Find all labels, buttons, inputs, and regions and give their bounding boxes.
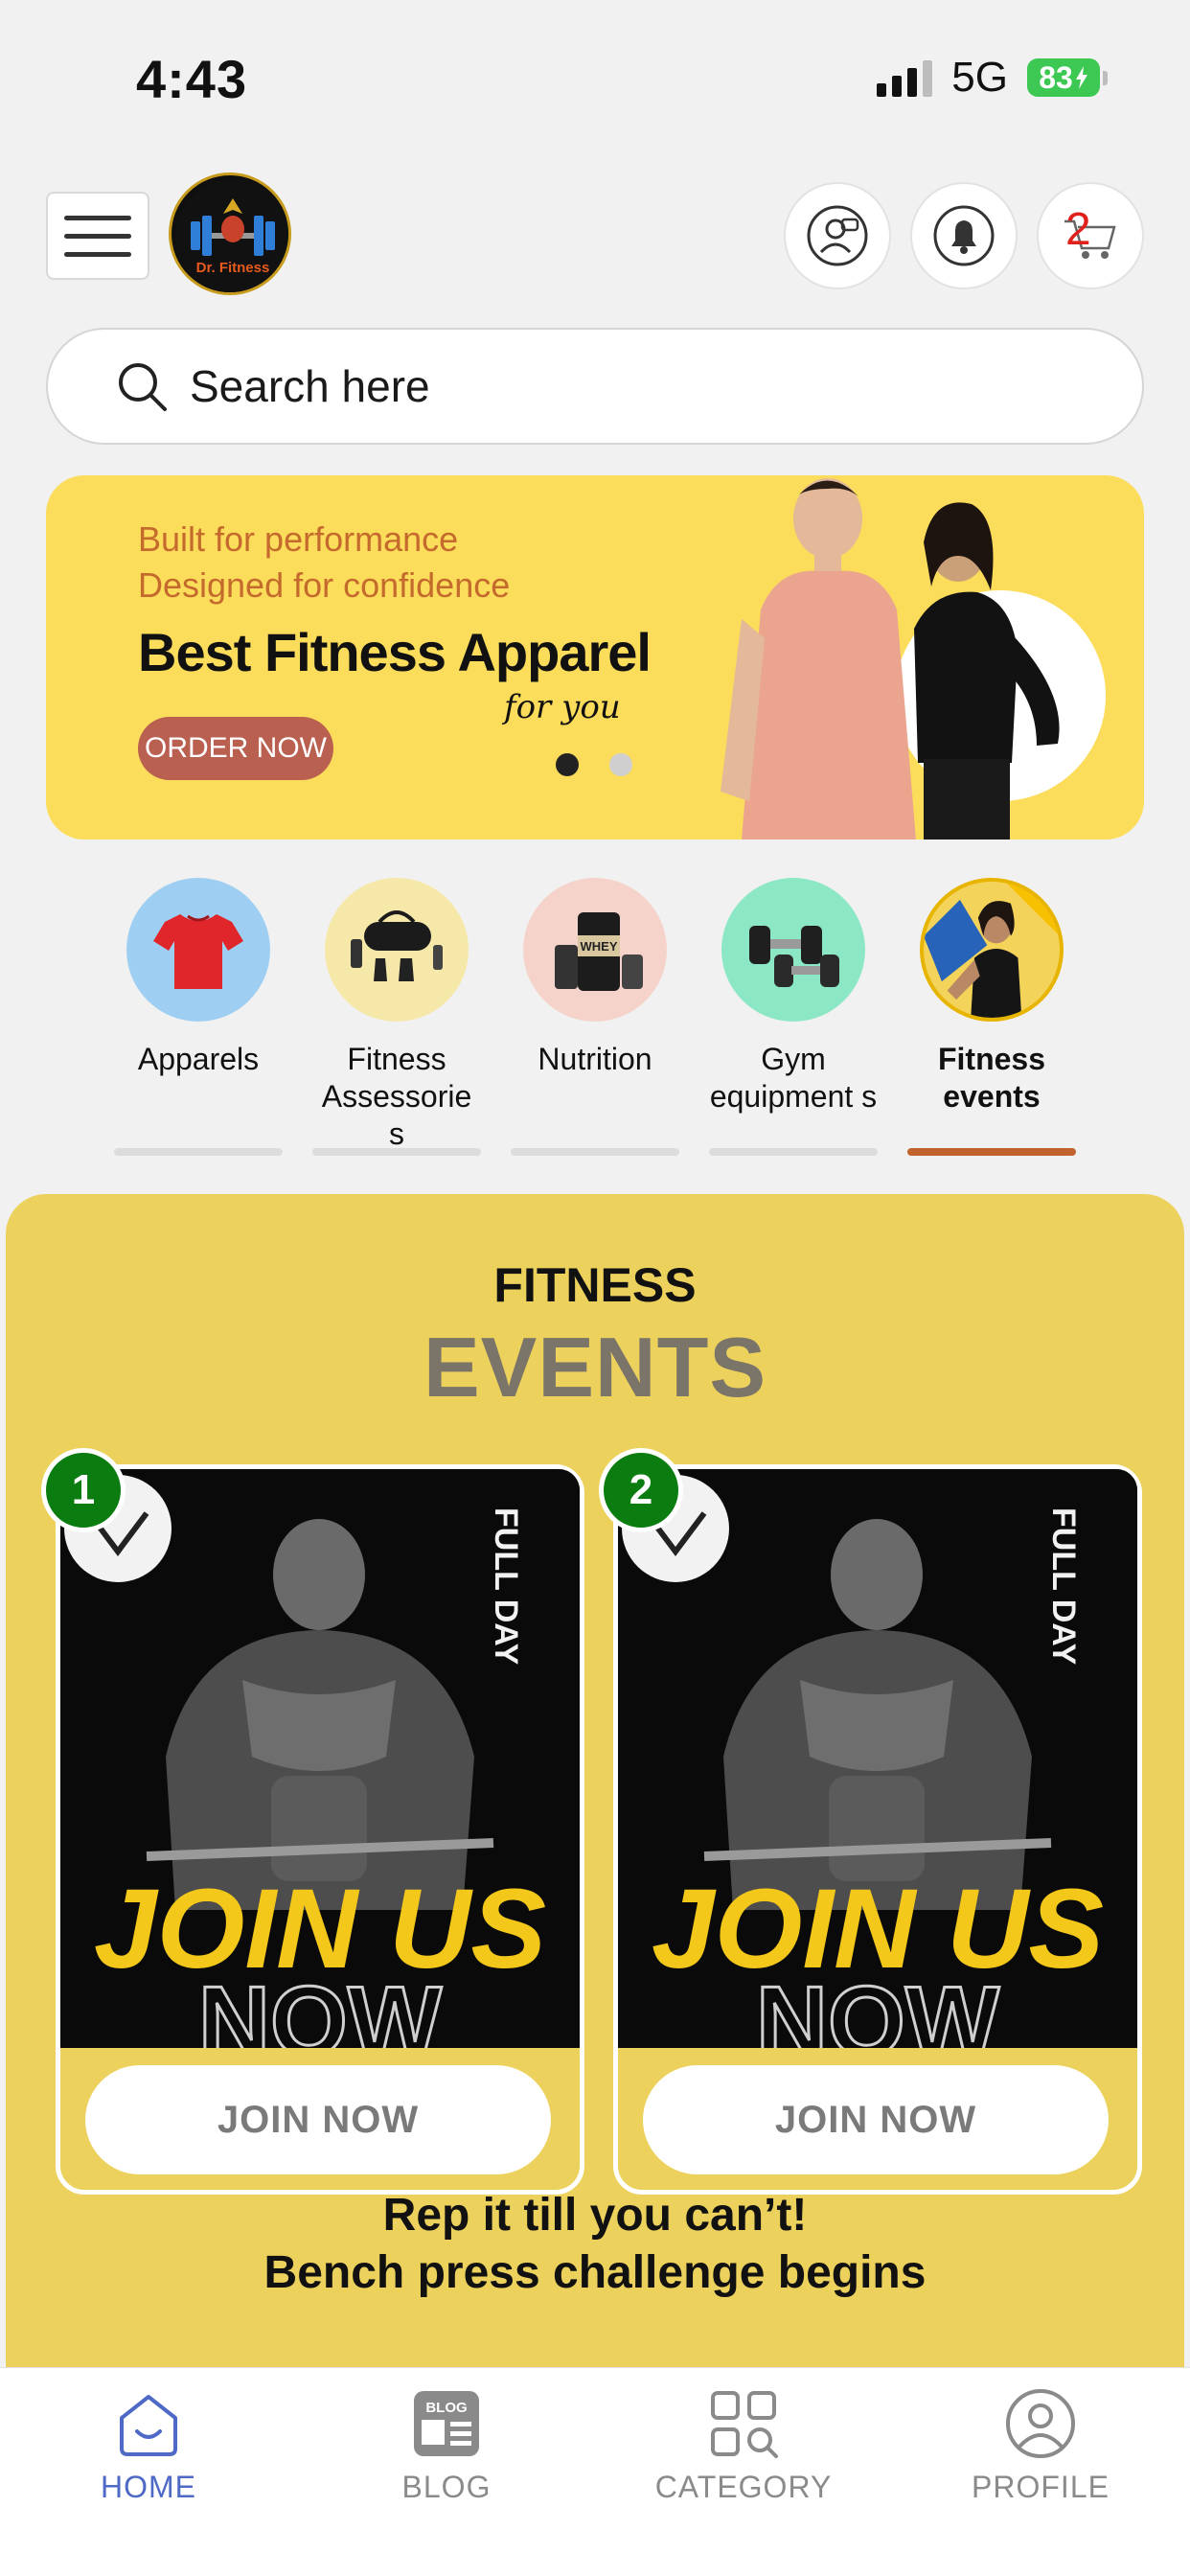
tshirt-icon: [126, 878, 270, 1022]
category-fitness-accessories[interactable]: Fitness Assessorie s: [312, 872, 481, 1153]
event-card-2[interactable]: 2 FULL DAY JOIN US NOW JOIN NOW: [599, 1448, 1142, 2195]
banner-script-text: for you: [504, 688, 621, 726]
cart-count-badge: 2: [1065, 204, 1091, 255]
banner-models-image: [721, 478, 1106, 840]
category-underline: [709, 1148, 878, 1156]
category-underline: [312, 1148, 481, 1156]
bell-icon: [933, 205, 995, 266]
blog-icon: BLOG: [414, 2391, 479, 2456]
carousel-dots: [556, 753, 632, 776]
search-input[interactable]: [190, 360, 956, 412]
category-nutrition[interactable]: WHEY Nutrition: [511, 872, 679, 1078]
charging-bolt-icon: [1075, 66, 1087, 89]
join-now-button[interactable]: JOIN NOW: [85, 2065, 551, 2174]
event-card-1[interactable]: 1 FULL DAY JOIN US NOW JOIN NOW: [41, 1448, 584, 2195]
join-now-button[interactable]: JOIN NOW: [643, 2065, 1109, 2174]
promo-banner[interactable]: Built for performance Designed for confi…: [46, 475, 1144, 840]
nav-label: PROFILE: [972, 2470, 1110, 2504]
category-label: Fitness events: [937, 1042, 1046, 1114]
hamburger-menu-button[interactable]: [46, 192, 149, 280]
events-title: EVENTS: [423, 1320, 767, 1414]
events-caption-line-2: Bench press challenge begins: [263, 2247, 927, 2298]
poster-side-text: FULL DAY: [1045, 1507, 1082, 1666]
category-tabs: Apparels Fitness Assessorie s WHEY Nutri…: [0, 872, 1190, 1169]
status-bar: 4:43 5G 83: [0, 0, 1190, 153]
category-underline: [511, 1148, 679, 1156]
profile-icon: [1006, 2389, 1075, 2458]
network-type: 5G: [951, 54, 1008, 101]
banner-title: Best Fitness Apparel: [138, 622, 652, 682]
cart-button[interactable]: 2: [1037, 182, 1144, 289]
status-indicators: 5G 83: [877, 54, 1108, 102]
category-label: Gym equipment s: [709, 1042, 878, 1114]
bottom-navigation: HOME BLOG BLOG CATEGORY PROFILE: [0, 2367, 1190, 2576]
nav-label: HOME: [101, 2470, 196, 2504]
battery-icon: 83: [1027, 58, 1108, 97]
category-fitness-events[interactable]: Fitness events: [907, 872, 1076, 1116]
category-label: Nutrition: [538, 1042, 652, 1076]
battery-level: 83: [1039, 59, 1073, 95]
category-icon: [711, 2391, 778, 2458]
banner-tagline-1: Built for performance: [138, 519, 459, 559]
notifications-button[interactable]: [910, 182, 1018, 289]
nav-home[interactable]: HOME: [43, 2387, 254, 2505]
event-number-badge: 2: [599, 1448, 683, 1532]
poster-subheadline: NOW: [756, 1966, 1000, 2048]
search-icon: [119, 363, 167, 411]
category-underline-active: [907, 1148, 1076, 1156]
events-caption-line-1: Rep it till you can’t!: [382, 2190, 808, 2241]
svg-text:BLOG: BLOG: [425, 2400, 467, 2416]
event-poster-image[interactable]: FULL DAY JOIN US NOW: [60, 1469, 580, 2048]
dumbbell-icon: [721, 878, 865, 1022]
order-now-button[interactable]: ORDER NOW: [138, 717, 333, 780]
events-kicker: FITNESS: [493, 1258, 697, 1312]
carousel-dot-1[interactable]: [556, 753, 579, 776]
event-poster-image[interactable]: FULL DAY JOIN US NOW: [618, 1469, 1137, 2048]
event-number-badge: 1: [41, 1448, 126, 1532]
app-header: Dr. Fitness 2: [46, 172, 1144, 297]
nav-profile[interactable]: PROFILE: [935, 2387, 1146, 2505]
support-button[interactable]: [784, 182, 891, 289]
nav-label: BLOG: [401, 2470, 492, 2504]
nav-category[interactable]: CATEGORY: [638, 2387, 849, 2505]
dumbbell-logo-icon: Dr. Fitness: [175, 179, 288, 292]
category-label: Fitness Assessorie s: [321, 1042, 472, 1151]
category-gym-equipments[interactable]: Gym equipment s: [709, 872, 878, 1116]
category-underline: [114, 1148, 283, 1156]
poster-subheadline: NOW: [198, 1966, 443, 2048]
events-caption: Rep it till you can’t! Bench press chall…: [6, 2187, 1184, 2302]
poster-side-text: FULL DAY: [488, 1507, 524, 1666]
athlete-icon: [920, 878, 1064, 1022]
home-icon: [120, 2395, 177, 2456]
gym-bag-icon: [325, 878, 469, 1022]
support-chat-icon: [807, 205, 868, 266]
category-label: Apparels: [137, 1042, 260, 1076]
logo-wordmark: Dr. Fitness: [196, 260, 270, 276]
status-time: 4:43: [136, 49, 248, 109]
fitness-events-section: FITNESS EVENTS 1 FULL DAY JOIN US NOW JO…: [6, 1194, 1184, 2373]
svg-text:WHEY: WHEY: [581, 939, 618, 954]
header-actions: 2: [784, 182, 1144, 289]
signal-icon: [877, 58, 933, 97]
brand-logo[interactable]: Dr. Fitness: [169, 172, 291, 295]
carousel-dot-2[interactable]: [609, 753, 632, 776]
whey-protein-icon: WHEY: [523, 878, 667, 1022]
nav-label: CATEGORY: [654, 2470, 833, 2504]
search-bar[interactable]: [46, 328, 1144, 445]
banner-tagline-2: Designed for confidence: [138, 565, 511, 605]
nav-blog[interactable]: BLOG BLOG: [341, 2387, 552, 2505]
category-apparels[interactable]: Apparels: [114, 872, 283, 1078]
